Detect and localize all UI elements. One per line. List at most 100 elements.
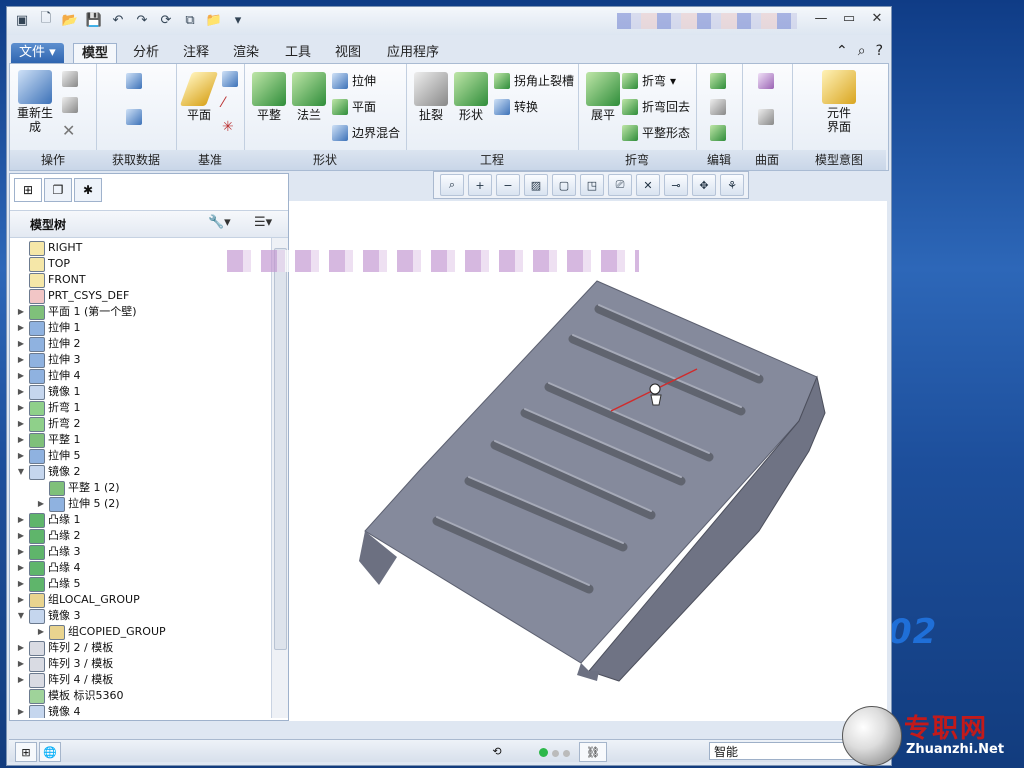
expand-icon[interactable]: ▶	[16, 544, 26, 560]
minimize-icon[interactable]: —	[813, 11, 829, 26]
tab-applications[interactable]: 应用程序	[379, 43, 447, 63]
rip-button[interactable]: 扯裂	[410, 72, 452, 122]
point-button[interactable]: ✳	[222, 118, 234, 136]
expand-icon[interactable]: ▶	[16, 560, 26, 576]
plane-wall-button[interactable]: 平面	[332, 98, 376, 116]
delete-button[interactable]: ✕	[62, 122, 75, 140]
convert-button[interactable]: 转换	[494, 98, 538, 116]
redo-icon[interactable]: ↷	[133, 11, 151, 29]
close-window-icon[interactable]: 📁	[205, 11, 223, 29]
tree-node[interactable]: ▶ 拉伸 5 (2)	[36, 496, 120, 512]
tree-node[interactable]: PRT_CSYS_DEF	[16, 288, 129, 304]
view-manager-icon[interactable]: ⎚	[608, 174, 632, 196]
expand-icon[interactable]: ▶	[16, 416, 26, 432]
tree-node[interactable]: ▶ 阵列 3 / 模板	[16, 656, 113, 672]
tree-node[interactable]: ▶ 阵列 4 / 模板	[16, 672, 113, 688]
tree-node[interactable]: ▶ 阵列 2 / 模板	[16, 640, 113, 656]
datum-display-icon[interactable]: ✕	[636, 174, 660, 196]
style-button[interactable]	[758, 108, 774, 126]
merge-button[interactable]	[710, 124, 726, 142]
tab-model[interactable]: 模型	[73, 43, 118, 64]
tree-node[interactable]: ▼ 镜像 2	[16, 464, 81, 480]
regenerate-button[interactable]: 重新生成	[14, 70, 56, 134]
boundary-blend-button[interactable]: 边界混合	[332, 124, 400, 142]
group-label-bends[interactable]: 折弯	[578, 150, 696, 170]
new-icon[interactable]: 🗋	[37, 11, 55, 29]
collapse-ribbon-icon[interactable]: ⌃	[836, 43, 848, 59]
search-icon[interactable]: ⌕	[858, 43, 866, 59]
expand-icon[interactable]: ▶	[16, 432, 26, 448]
zoom-out-icon[interactable]: −	[496, 174, 520, 196]
tree-node[interactable]: 平整 1 (2)	[36, 480, 120, 496]
display-style-icon[interactable]: ▢	[552, 174, 576, 196]
saved-orientations-icon[interactable]: ◳	[580, 174, 604, 196]
flat-wall-button[interactable]: 平整	[248, 72, 290, 122]
tree-node[interactable]: FRONT	[16, 272, 86, 288]
tree-node[interactable]: TOP	[16, 256, 70, 272]
spin-center-icon[interactable]: ✥	[692, 174, 716, 196]
expand-icon[interactable]: ▶	[16, 352, 26, 368]
tree-node[interactable]: ▶ 拉伸 1	[16, 320, 81, 336]
tree-node[interactable]: ▶ 折弯 1	[16, 400, 81, 416]
tree-node[interactable]: RIGHT	[16, 240, 82, 256]
tree-node[interactable]: ▶ 平面 1 (第一个壁)	[16, 304, 137, 320]
tree-node[interactable]: ▶ 组COPIED_GROUP	[36, 624, 166, 640]
tree-node[interactable]: ▶ 拉伸 3	[16, 352, 81, 368]
group-label-datum[interactable]: 基准	[176, 150, 244, 170]
annotation-display-icon[interactable]: ⊸	[664, 174, 688, 196]
group-label-engineering[interactable]: 工程	[406, 150, 578, 170]
save-icon[interactable]: 💾	[85, 11, 103, 29]
flat-pattern-button[interactable]: 平整形态	[622, 124, 690, 142]
tree-node[interactable]: 模板 标识5360	[16, 688, 124, 704]
graphics-area[interactable]	[289, 201, 887, 721]
tree-node[interactable]: ▶ 凸缘 3	[16, 544, 81, 560]
expand-icon[interactable]: ▶	[16, 592, 26, 608]
user-defined-feature-button[interactable]	[126, 72, 142, 90]
component-interface-button[interactable]: 元件 界面	[818, 70, 860, 134]
expand-icon[interactable]: ▶	[16, 448, 26, 464]
axis-button[interactable]: ⁄	[222, 94, 224, 112]
expand-icon[interactable]: ▶	[16, 576, 26, 592]
tree-show-icon[interactable]: ☰▾	[254, 215, 272, 230]
app-icon[interactable]: ▣	[13, 11, 31, 29]
regenerate-icon[interactable]: ⟳	[157, 11, 175, 29]
customize-icon[interactable]: ▾	[229, 11, 247, 29]
tab-tools[interactable]: 工具	[277, 43, 319, 63]
group-label-model-intent[interactable]: 模型意图	[792, 150, 886, 170]
help-icon[interactable]: ?	[876, 43, 883, 59]
form-button[interactable]: 形状	[450, 72, 492, 122]
selection-filter-dropdown[interactable]: 智能	[709, 742, 859, 760]
tree-node[interactable]: ▶ 拉伸 5	[16, 448, 81, 464]
tree-node[interactable]: ▼ 镜像 3	[16, 608, 81, 624]
model-tree-scrollbar[interactable]	[271, 238, 288, 718]
tab-file[interactable]: 文件 ▾	[11, 43, 64, 63]
corner-relief-button[interactable]: 拐角止裂槽	[494, 72, 574, 90]
zoom-in-icon[interactable]: +	[468, 174, 492, 196]
group-label-operations[interactable]: 操作	[10, 150, 96, 170]
group-label-get-data[interactable]: 获取数据	[96, 150, 176, 170]
paste-button[interactable]	[62, 96, 78, 114]
tree-node[interactable]: ▶ 拉伸 4	[16, 368, 81, 384]
appearance-icon[interactable]: ⚘	[720, 174, 744, 196]
group-label-shapes[interactable]: 形状	[244, 150, 406, 170]
unbend-button[interactable]: 展平	[582, 72, 624, 122]
datum-plane-button[interactable]: 平面	[178, 72, 220, 122]
expand-icon[interactable]: ▶	[16, 704, 26, 718]
tree-node[interactable]: ▶ 组LOCAL_GROUP	[16, 592, 140, 608]
tab-annotate[interactable]: 注释	[175, 43, 217, 63]
tab-render[interactable]: 渲染	[225, 43, 267, 63]
expand-icon[interactable]: ▶	[16, 368, 26, 384]
expand-icon[interactable]: ▶	[16, 512, 26, 528]
expand-icon[interactable]: ▶	[16, 672, 26, 688]
toggle-browser-icon[interactable]: 🌐	[39, 742, 61, 762]
tab-analysis[interactable]: 分析	[125, 43, 167, 63]
tree-node[interactable]: ▶ 镜像 4	[16, 704, 81, 718]
expand-icon[interactable]: ▶	[36, 624, 46, 640]
expand-icon[interactable]: ▶	[16, 304, 26, 320]
tab-view[interactable]: 视图	[327, 43, 369, 63]
expand-icon[interactable]: ▶	[36, 496, 46, 512]
sketch-button[interactable]	[222, 70, 238, 88]
tree-node[interactable]: ▶ 折弯 2	[16, 416, 81, 432]
tree-settings-icon[interactable]: 🔧▾	[208, 215, 231, 230]
copy-geometry-button[interactable]	[126, 108, 142, 126]
